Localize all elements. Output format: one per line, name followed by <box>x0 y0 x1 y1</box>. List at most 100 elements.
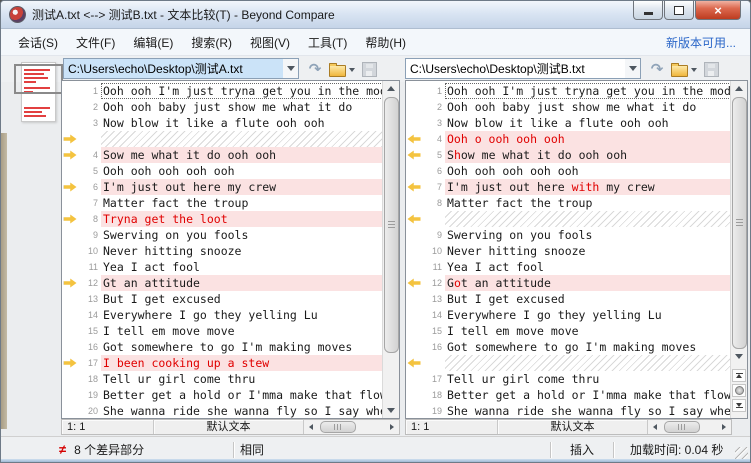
right-browse-dropdown[interactable] <box>689 65 698 74</box>
scrollbar-thumb[interactable] <box>320 421 356 433</box>
code-line[interactable]: 1Ooh ooh I'm just tryna get you in the m… <box>406 83 731 99</box>
code-line[interactable]: 12Got an attitude <box>406 275 731 291</box>
line-number: 1 <box>422 83 445 99</box>
right-format-label[interactable]: 默认文本 <box>498 420 648 434</box>
left-horizontal-scrollbar[interactable] <box>304 420 399 434</box>
code-line[interactable]: 11Yea I act fool <box>406 259 731 275</box>
current-difference-button[interactable] <box>732 384 746 397</box>
code-line[interactable]: 3Now blow it like a flute ooh ooh <box>62 115 383 131</box>
scroll-right-button[interactable] <box>385 420 399 434</box>
code-line[interactable]: 14Everywhere I go they yelling Lu <box>406 307 731 323</box>
code-line[interactable]: 17I been cooking up a stew <box>62 355 383 371</box>
menu-session[interactable]: 会话(S) <box>9 30 67 55</box>
minimize-button[interactable] <box>633 1 663 20</box>
left-path-input[interactable] <box>64 59 283 78</box>
right-vertical-scrollbar[interactable] <box>730 81 747 418</box>
right-path-dropdown-button[interactable] <box>625 59 640 78</box>
code-line[interactable]: 10Never hitting snooze <box>62 243 383 259</box>
left-path-dropdown-button[interactable] <box>283 59 298 78</box>
code-line[interactable]: 13But I get excused <box>406 291 731 307</box>
code-line[interactable]: 9Swerving on you fools <box>62 227 383 243</box>
left-browse-dropdown[interactable] <box>347 65 356 74</box>
menu-help[interactable]: 帮助(H) <box>356 30 415 55</box>
right-save-button[interactable] <box>701 59 721 79</box>
code-line[interactable]: 11Yea I act fool <box>62 259 383 275</box>
close-button[interactable]: × <box>695 1 741 20</box>
code-line[interactable]: 6Ooh ooh ooh ooh ooh <box>406 163 731 179</box>
scroll-up-button[interactable] <box>383 81 399 96</box>
line-text: I been cooking up a stew <box>101 355 383 371</box>
left-save-button[interactable] <box>359 59 379 79</box>
code-line[interactable]: 10Never hitting snooze <box>406 243 731 259</box>
scrollbar-thumb[interactable] <box>664 421 700 433</box>
code-line[interactable]: 8Tryna get the loot <box>62 211 383 227</box>
menu-view[interactable]: 视图(V) <box>241 30 299 55</box>
code-line[interactable]: 15I tell em move move <box>406 323 731 339</box>
arrow-cell <box>62 339 78 355</box>
scrollbar-thumb[interactable] <box>732 97 747 349</box>
code-line[interactable]: 20She wanna ride she wanna fly so I say … <box>62 403 383 418</box>
code-line[interactable]: 1Ooh ooh I'm just tryna get you in the m… <box>62 83 383 99</box>
scroll-up-button[interactable] <box>731 81 747 96</box>
scrollbar-thumb[interactable] <box>384 97 399 353</box>
left-swap-button[interactable]: ↷ <box>305 59 325 79</box>
left-vertical-scrollbar[interactable] <box>382 81 399 418</box>
code-line[interactable]: 8Matter fact the troup <box>406 195 731 211</box>
code-line[interactable]: 19Better get a hold or I'mma make that f… <box>62 387 383 403</box>
scroll-left-button[interactable] <box>648 420 662 434</box>
code-line[interactable]: 5Show me what it do ooh ooh <box>406 147 731 163</box>
text-segment: Better get a hold or I'mma make that flo… <box>447 388 731 402</box>
left-format-label[interactable]: 默认文本 <box>154 420 304 434</box>
left-browse-button[interactable] <box>327 59 347 79</box>
line-text <box>445 355 731 371</box>
code-line[interactable]: 17Tell ur girl come thru <box>406 371 731 387</box>
code-line[interactable]: 7I'm just out here with my crew <box>406 179 731 195</box>
code-line[interactable]: 7Matter fact the troup <box>62 195 383 211</box>
right-horizontal-scrollbar[interactable] <box>648 420 731 434</box>
gap-line[interactable] <box>62 131 383 147</box>
right-swap-button[interactable]: ↷ <box>647 59 667 79</box>
gap-line[interactable] <box>406 355 731 371</box>
scroll-left-button[interactable] <box>304 420 318 434</box>
text-segment: G <box>447 276 454 290</box>
code-line[interactable]: 13But I get excused <box>62 291 383 307</box>
code-line[interactable]: 16Got somewhere to go I'm making moves <box>406 339 731 355</box>
right-browse-button[interactable] <box>669 59 689 79</box>
code-line[interactable]: 2Ooh ooh baby just show me what it do <box>406 99 731 115</box>
minimap-viewport[interactable] <box>14 64 63 94</box>
code-line[interactable]: 6I'm just out here my crew <box>62 179 383 195</box>
scroll-down-button[interactable] <box>731 349 747 364</box>
arrow-cell <box>406 291 422 307</box>
arrow-cell <box>406 387 422 403</box>
new-version-link[interactable]: 新版本可用... <box>666 34 742 51</box>
scroll-right-button[interactable] <box>717 420 731 434</box>
code-line[interactable]: 18Better get a hold or I'mma make that f… <box>406 387 731 403</box>
menu-edit[interactable]: 编辑(E) <box>124 30 182 55</box>
code-line[interactable]: 15I tell em move move <box>62 323 383 339</box>
app-icon <box>9 6 26 23</box>
code-line[interactable]: 2Ooh ooh baby just show me what it do <box>62 99 383 115</box>
code-line[interactable]: 3Now blow it like a flute ooh ooh <box>406 115 731 131</box>
scroll-down-button[interactable] <box>383 403 399 418</box>
menu-search[interactable]: 搜索(R) <box>182 30 241 55</box>
left-pane-rows: 1Ooh ooh I'm just tryna get you in the m… <box>62 83 383 418</box>
code-line[interactable]: 9Swerving on you fools <box>406 227 731 243</box>
menu-tools[interactable]: 工具(T) <box>299 30 356 55</box>
line-number: 11 <box>422 259 445 275</box>
code-line[interactable]: 5Ooh ooh ooh ooh ooh <box>62 163 383 179</box>
right-file-pane: 1Ooh ooh I'm just tryna get you in the m… <box>405 80 748 419</box>
code-line[interactable]: 14Everywhere I go they yelling Lu <box>62 307 383 323</box>
gap-line[interactable] <box>406 211 731 227</box>
code-line[interactable]: 19She wanna ride she wanna fly so I say … <box>406 403 731 418</box>
code-line[interactable]: 4Sow me what it do ooh ooh <box>62 147 383 163</box>
restore-button[interactable] <box>664 1 694 20</box>
code-line[interactable]: 18Tell ur girl come thru <box>62 371 383 387</box>
next-difference-button[interactable] <box>732 399 746 412</box>
code-line[interactable]: 4Ooh o ooh ooh ooh <box>406 131 731 147</box>
text-segment: Gt an attitude <box>103 276 200 290</box>
code-line[interactable]: 16Got somewhere to go I'm making moves <box>62 339 383 355</box>
prev-difference-button[interactable] <box>732 369 746 382</box>
right-path-input[interactable] <box>406 59 625 78</box>
menu-file[interactable]: 文件(F) <box>67 30 124 55</box>
code-line[interactable]: 12Gt an attitude <box>62 275 383 291</box>
